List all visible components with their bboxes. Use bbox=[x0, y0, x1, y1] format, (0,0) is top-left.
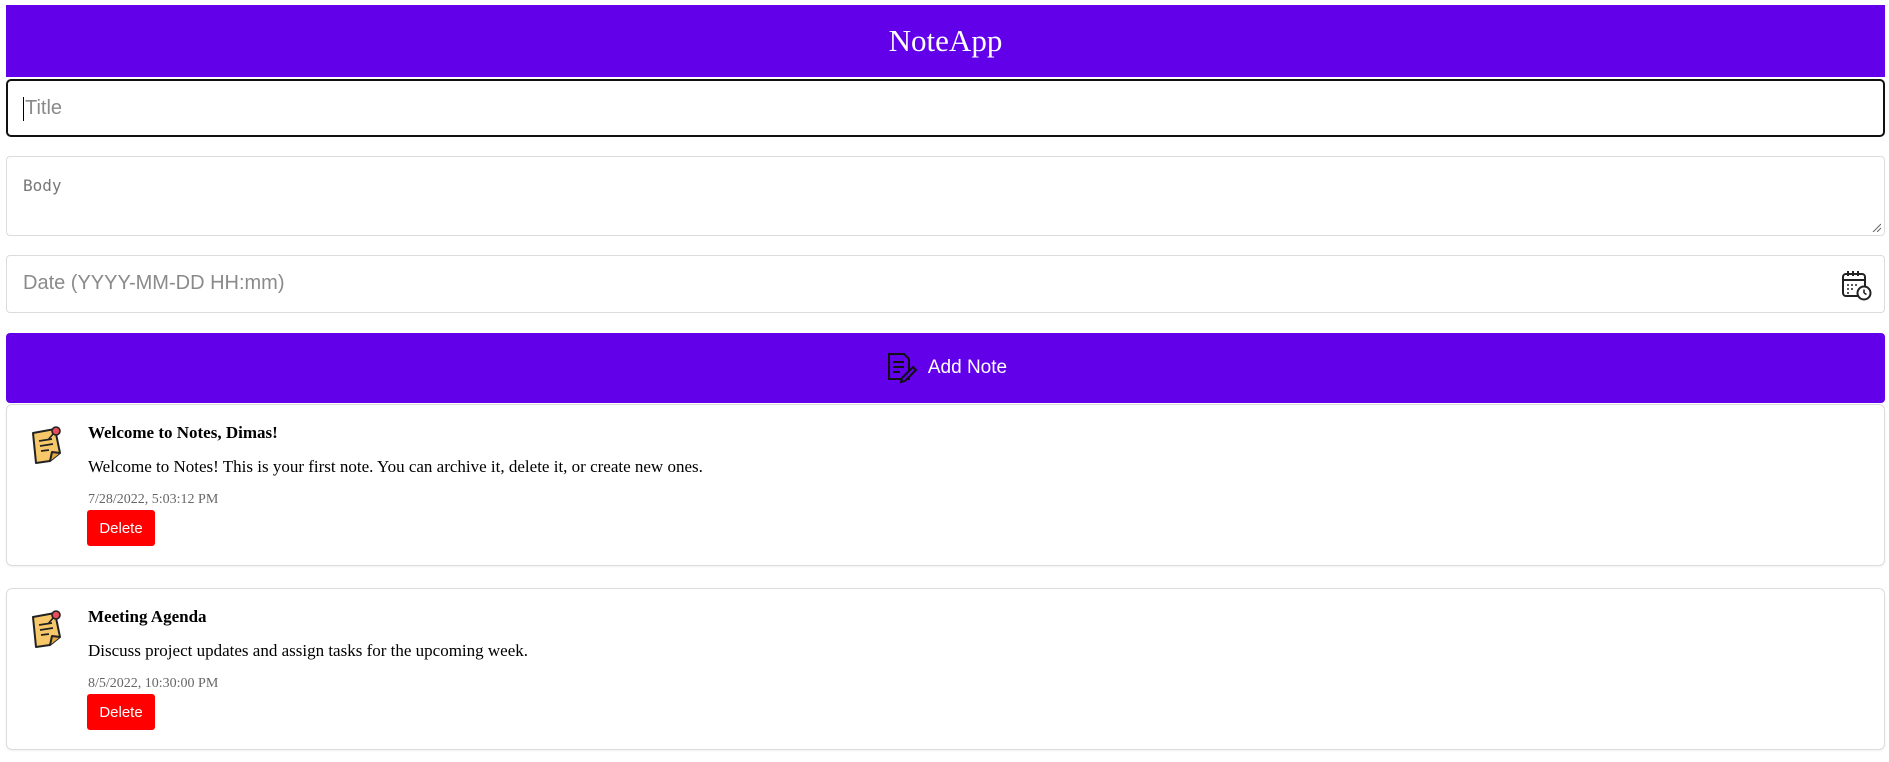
note-edit-icon bbox=[887, 353, 918, 384]
delete-button[interactable]: Delete bbox=[87, 510, 155, 546]
body-placeholder: Body bbox=[23, 176, 62, 195]
delete-button[interactable]: Delete bbox=[87, 694, 155, 730]
body-textarea[interactable]: Body bbox=[6, 156, 1885, 236]
add-note-label: Add Note bbox=[927, 357, 1008, 378]
app-header: NoteApp bbox=[6, 5, 1885, 77]
note-card: Meeting Agenda Discuss project updates a… bbox=[6, 588, 1885, 750]
sticky-note-icon bbox=[32, 426, 61, 464]
note-body: Discuss project updates and assign tasks… bbox=[88, 641, 529, 660]
note-card: Welcome to Notes, Dimas! Welcome to Note… bbox=[6, 404, 1885, 566]
title-input[interactable]: Title bbox=[6, 79, 1885, 137]
note-title: Welcome to Notes, Dimas! bbox=[88, 423, 278, 442]
date-placeholder: Date (YYYY-MM-DD HH:mm) bbox=[23, 272, 285, 294]
add-note-button[interactable]: Add Note bbox=[6, 333, 1885, 403]
app-root: NoteApp Title Body Date (YYYY-MM-DD HH:m… bbox=[0, 0, 1889, 762]
sticky-note-icon bbox=[32, 610, 61, 648]
note-title: Meeting Agenda bbox=[88, 607, 207, 626]
calendar-clock-icon[interactable] bbox=[1840, 269, 1872, 301]
note-date: 7/28/2022, 5:03:12 PM bbox=[88, 492, 219, 507]
app-title: NoteApp bbox=[888, 23, 1003, 58]
text-caret bbox=[23, 97, 24, 121]
note-date: 8/5/2022, 10:30:00 PM bbox=[88, 676, 219, 691]
resize-handle-icon[interactable] bbox=[1871, 222, 1881, 232]
title-placeholder: Title bbox=[25, 97, 63, 119]
date-input[interactable]: Date (YYYY-MM-DD HH:mm) bbox=[6, 255, 1885, 313]
note-body: Welcome to Notes! This is your first not… bbox=[88, 457, 703, 476]
